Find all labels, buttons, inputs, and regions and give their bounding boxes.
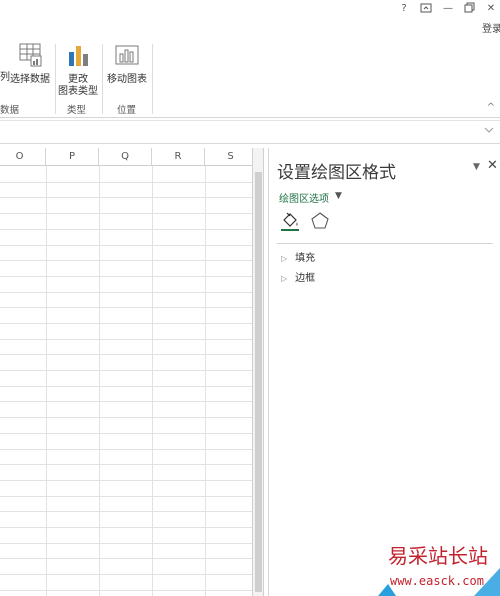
row-gridline: [0, 260, 252, 261]
watermark-text: 易采站长站: [388, 544, 488, 568]
column-header[interactable]: P: [46, 148, 99, 166]
change-chart-type-icon: [69, 46, 88, 66]
expand-triangle-icon: ▷: [281, 274, 288, 283]
row-gridline: [0, 213, 252, 214]
row-gridline: [0, 417, 252, 418]
ribbon-separator: [102, 44, 103, 114]
move-chart-label: 移动图表: [107, 74, 147, 85]
section-border-label: 边框: [295, 273, 316, 284]
section-fill-label: 填充: [295, 253, 316, 264]
restore-icon: [464, 2, 474, 13]
group-type-label: 类型: [67, 105, 87, 116]
ribbon-display-icon: [420, 3, 432, 13]
column-gridline: [205, 166, 206, 596]
column-gridline: [46, 166, 47, 596]
row-gridline: [0, 354, 252, 355]
row-gridline: [0, 245, 252, 246]
group-location-label: 位置: [117, 105, 137, 116]
row-gridline: [0, 527, 252, 528]
row-gridline: [0, 292, 252, 293]
tab-effects[interactable]: [309, 210, 331, 232]
collapse-ribbon-button[interactable]: ^: [487, 102, 495, 113]
pane-title: 设置绘图区格式: [277, 163, 396, 183]
row-gridline: [0, 590, 252, 591]
close-window-button[interactable]: ✕: [484, 2, 498, 16]
expand-triangle-icon: ▷: [281, 254, 288, 263]
maximize-button[interactable]: [462, 2, 476, 16]
row-gridline: [0, 229, 252, 230]
row-gridline: [0, 401, 252, 402]
vertical-scrollbar[interactable]: [252, 148, 264, 596]
row-gridline: [0, 433, 252, 434]
column-header[interactable]: Q: [99, 148, 152, 166]
format-plot-area-pane: 设置绘图区格式 ▼ ✕ 绘图区选项 ▼ ▷ 填充 ▷ 边框: [268, 148, 500, 596]
pentagon-icon: [311, 212, 329, 229]
column-header[interactable]: R: [152, 148, 205, 166]
row-gridline: [0, 339, 252, 340]
pane-close-button[interactable]: ✕: [487, 158, 498, 173]
column-header[interactable]: S: [205, 148, 252, 166]
title-bar: ? — ✕ 登录: [0, 0, 500, 38]
pane-options-dropdown[interactable]: ▼: [473, 162, 480, 172]
row-gridline: [0, 543, 252, 544]
section-border[interactable]: ▷ 边框: [281, 269, 315, 284]
move-chart-button[interactable]: 移动图表: [104, 42, 150, 86]
chevron-down-icon[interactable]: ▼: [335, 191, 342, 201]
row-gridline: [0, 496, 252, 497]
select-data-icon: [19, 43, 42, 67]
row-gridline: [0, 449, 252, 450]
row-gridline: [0, 574, 252, 575]
section-fill[interactable]: ▷ 填充: [281, 249, 315, 264]
minimize-button[interactable]: —: [441, 2, 455, 16]
scrollbar-thumb[interactable]: [255, 172, 262, 592]
login-link[interactable]: 登录: [482, 20, 500, 35]
row-gridline: [0, 480, 252, 481]
row-gridline: [0, 182, 252, 183]
row-gridline: [0, 197, 252, 198]
column-gridline: [152, 166, 153, 596]
column-header[interactable]: O: [0, 148, 46, 166]
paint-bucket-icon: [281, 212, 299, 231]
row-gridline: [0, 276, 252, 277]
select-data-button[interactable]: 选择数据: [9, 42, 51, 86]
plot-area-options-dropdown[interactable]: 绘图区选项: [279, 190, 329, 205]
move-chart-icon: [115, 45, 139, 65]
tab-fill-line[interactable]: [279, 210, 301, 232]
help-button[interactable]: ?: [397, 2, 411, 16]
column-gridline: [99, 166, 100, 596]
switch-row-column-button-partial[interactable]: 列: [0, 72, 10, 84]
change-type-line2: 图表类型: [58, 86, 98, 97]
row-gridline: [0, 307, 252, 308]
row-gridline: [0, 511, 252, 512]
change-type-line1: 更改: [68, 74, 88, 85]
ribbon-display-options-button[interactable]: [419, 2, 433, 16]
formula-bar[interactable]: [0, 120, 500, 144]
change-chart-type-button[interactable]: 更改 图表类型: [56, 42, 100, 98]
ribbon: 列 选择数据 数据 更改 图表类型 类型 移动图表 位置 ^: [0, 38, 500, 118]
group-data-label: 数据: [0, 105, 20, 116]
watermark-url: www.easck.com: [390, 574, 484, 588]
ribbon-separator: [152, 44, 153, 114]
pane-divider: [277, 243, 493, 244]
row-gridline: [0, 370, 252, 371]
worksheet-grid[interactable]: O P Q R S: [0, 148, 252, 596]
expand-formula-bar-icon[interactable]: [484, 126, 494, 134]
row-gridline: [0, 558, 252, 559]
select-data-label: 选择数据: [10, 74, 50, 85]
row-gridline: [0, 464, 252, 465]
row-gridline: [0, 323, 252, 324]
row-gridline: [0, 386, 252, 387]
